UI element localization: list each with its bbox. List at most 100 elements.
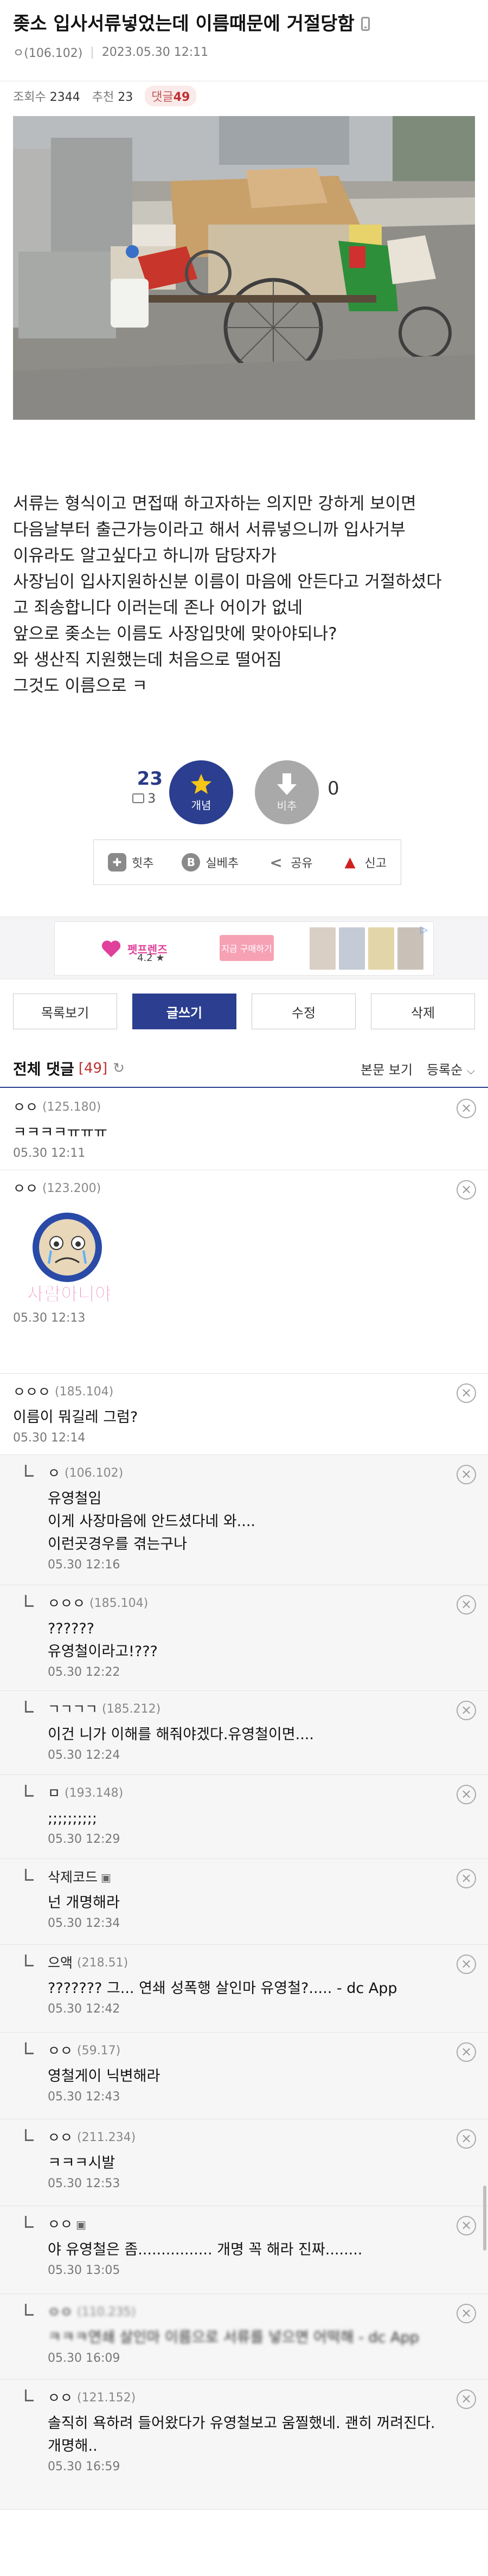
recommend-stat: 추천 23 — [92, 87, 133, 105]
vote-area: 23 3 개념 비추 0 — [0, 748, 488, 824]
best-recommend-button[interactable]: B 실베추 — [182, 853, 239, 872]
comment-nick[interactable]: ㅇㅇ — [48, 2128, 73, 2148]
delete-comment-icon[interactable]: × — [457, 2304, 476, 2323]
list-buttons: 목록보기 글쓰기 수정 삭제 — [13, 994, 475, 1029]
post-body: 서류는 형식이고 면접때 하고자하는 의지만 강하게 보이면 다음날부터 출근가… — [13, 491, 475, 699]
downvote-button[interactable]: 비추 — [255, 760, 319, 824]
ad-box[interactable]: 펫프렌즈 4.2 ★ 지금 구매하기 ▷ — [54, 921, 434, 976]
delete-comment-icon[interactable]: × — [457, 2129, 476, 2149]
reply-item: ㅇㅇㅇ (185.104) ?????? 유영철이라고!??? 05.30 12… — [0, 1585, 488, 1691]
ad-thumb — [368, 927, 394, 970]
delete-comment-icon[interactable]: × — [457, 1785, 476, 1804]
ad-banner: 펫프렌즈 4.2 ★ 지금 구매하기 ▷ — [0, 917, 488, 979]
write-button[interactable]: 글쓰기 — [132, 994, 236, 1029]
comment-nick[interactable]: ㅇㅇ — [48, 2215, 73, 2234]
ad-thumb — [339, 927, 365, 970]
delete-comment-icon[interactable]: × — [457, 1180, 476, 1200]
comment-author: ㅇㅇ (125.180) — [13, 1098, 475, 1117]
delete-comment-icon[interactable]: × — [457, 1869, 476, 1888]
delete-comment-icon[interactable]: × — [457, 2389, 476, 2409]
ad-info-icon[interactable]: ▷ — [420, 924, 428, 935]
comment-date: 05.30 16:09 — [48, 2351, 120, 2365]
comment-author: ㅇㅇ (110.235) — [27, 2303, 475, 2322]
comment-text-line: 이런곳경우를 겪는구나 — [48, 1536, 187, 1553]
comment-text: ;;;;;;;;;; — [48, 1810, 97, 1827]
comment-nick[interactable]: ㅇㅇ — [13, 1179, 38, 1199]
action-label: 공유 — [291, 857, 313, 870]
comment-text: 유영철임 이게 사장마음에 안드셨다네 와.... 이런곳경우를 겪는구나 — [27, 1488, 475, 1556]
comment-count-pill[interactable]: 댓글49 — [145, 86, 197, 106]
delete-button[interactable]: 삭제 — [371, 994, 475, 1029]
comment-author: 삭제코드 ▣ — [27, 1868, 475, 1887]
delete-comment-icon[interactable]: × — [457, 1383, 476, 1403]
comment-ip: (59.17) — [77, 2044, 121, 2058]
comment-nick[interactable]: ㅇㅇ — [13, 1098, 38, 1117]
comment-nick[interactable]: ㅇㅇ — [48, 2041, 73, 2061]
body-line: 서류는 형식이고 면접때 하고자하는 의지만 강하게 보이면 — [13, 494, 416, 514]
recommend-count: 23 — [118, 91, 133, 104]
report-button[interactable]: ▲ 신고 — [341, 853, 387, 872]
reply-item: ㅇ (106.102) 유영철임 이게 사장마음에 안드셨다네 와.... 이런… — [0, 1455, 488, 1585]
comment-text: ?????? 유영철이라고!??? — [27, 1618, 475, 1663]
delete-comment-icon[interactable]: × — [457, 1465, 476, 1484]
recommend-label: 추천 — [92, 91, 114, 104]
comment-text: 넌 개명해라 — [48, 1894, 120, 1911]
comment-nick[interactable]: 삭제코드 — [48, 1868, 98, 1887]
ad-product-thumbs — [310, 927, 423, 970]
comment-nick[interactable]: ㅁ — [48, 1784, 60, 1803]
upvote-button[interactable]: 개념 — [169, 760, 233, 824]
action-label: 힛추 — [131, 857, 154, 870]
comment-date: 05.30 12:11 — [13, 1146, 86, 1160]
body-line: 사장님이 입사지원하신분 이름이 마음에 안든다고 거절하셨다 — [13, 572, 442, 592]
comment-date: 05.30 12:42 — [48, 2002, 120, 2016]
reply-item: ㅇㅇ (121.152) 솔직히 욕하려 들어왔다가 유영철보고 움찔했네. 괜… — [0, 2380, 488, 2510]
hit-icon: ✚ — [107, 853, 126, 872]
post-author[interactable]: ㅇ(106.102) — [13, 43, 82, 61]
comment-ip: (106.102) — [65, 1466, 124, 1480]
comment-text: 이름이 뭐길레 그럼? — [13, 1409, 138, 1426]
comment-author: ㅇㅇ (121.152) — [27, 2388, 475, 2408]
ad-thumb — [310, 927, 336, 970]
scrollbar-thumb[interactable] — [483, 2186, 486, 2251]
refresh-icon[interactable]: ↻ — [113, 1060, 125, 1076]
comment-nick[interactable]: ㅇㅇ — [48, 2388, 73, 2408]
comment-nick[interactable]: ㅇㅇㅇ — [13, 1382, 50, 1402]
body-line: 와 생산직 지원했는데 처음으로 떨어짐 — [13, 650, 282, 670]
delete-comment-icon[interactable]: × — [457, 2216, 476, 2235]
fixed-user-icon — [132, 793, 144, 803]
view-original-button[interactable]: 본문 보기 — [361, 1059, 413, 1078]
views-label: 조회수 — [13, 91, 46, 104]
list-button[interactable]: 목록보기 — [13, 994, 117, 1029]
sort-select[interactable]: 등록순 ⌵ — [427, 1059, 475, 1078]
delete-comment-icon[interactable]: × — [457, 1099, 476, 1118]
heart-logo-icon — [101, 940, 121, 957]
comment-nick[interactable]: ㅇㅇㅇ — [48, 1594, 85, 1613]
comment-author: ㅁ (193.148) — [27, 1784, 475, 1803]
fixed-upvote-count: 3 — [132, 791, 156, 806]
comment-item: ㅇㅇ (125.180) ㅋㅋㅋㅋㅠㅠㅠ 05.30 12:11 × — [0, 1089, 488, 1170]
delete-comment-icon[interactable]: × — [457, 1595, 476, 1614]
body-line: 고 죄송합니다 이러는데 존나 어이가 없네 — [13, 598, 303, 618]
delete-comment-icon[interactable]: × — [457, 1955, 476, 1974]
share-button[interactable]: < 공유 — [267, 853, 312, 872]
comment-ip: (185.212) — [102, 1702, 161, 1716]
ad-thumb — [397, 927, 423, 970]
ad-cta-button[interactable]: 지금 구매하기 — [220, 935, 274, 961]
comment-nick[interactable]: ㅇㅇ — [48, 2303, 73, 2322]
post-meta: ㅇ(106.102) | 2023.05.30 12:11 — [13, 43, 475, 61]
delete-comment-icon[interactable]: × — [457, 1701, 476, 1720]
comment-text: 이건 니가 이해를 해줘야겠다.유영철이면.... — [48, 1726, 314, 1743]
comment-date: 05.30 12:29 — [48, 1832, 120, 1846]
comment-nick[interactable]: ㅇ — [48, 1464, 60, 1483]
comments-title: 전체 댓글 — [13, 1060, 74, 1078]
edit-button[interactable]: 수정 — [252, 994, 356, 1029]
delete-comment-icon[interactable]: × — [457, 2042, 476, 2062]
comment-author: ㅇㅇ (123.200) — [13, 1179, 475, 1199]
comment-author: ㅇㅇ (211.234) — [27, 2128, 475, 2148]
comment-nick[interactable]: ㄱㄱㄱㄱ — [48, 1700, 98, 1719]
comment-date: 05.30 13:05 — [48, 2264, 120, 2277]
hit-recommend-button[interactable]: ✚ 힛추 — [107, 853, 154, 872]
comment-nick[interactable]: 으액 — [48, 1953, 73, 1973]
comment-ip: (123.200) — [42, 1182, 101, 1195]
dccon-sticker: 사람아니야 — [27, 1213, 112, 1306]
